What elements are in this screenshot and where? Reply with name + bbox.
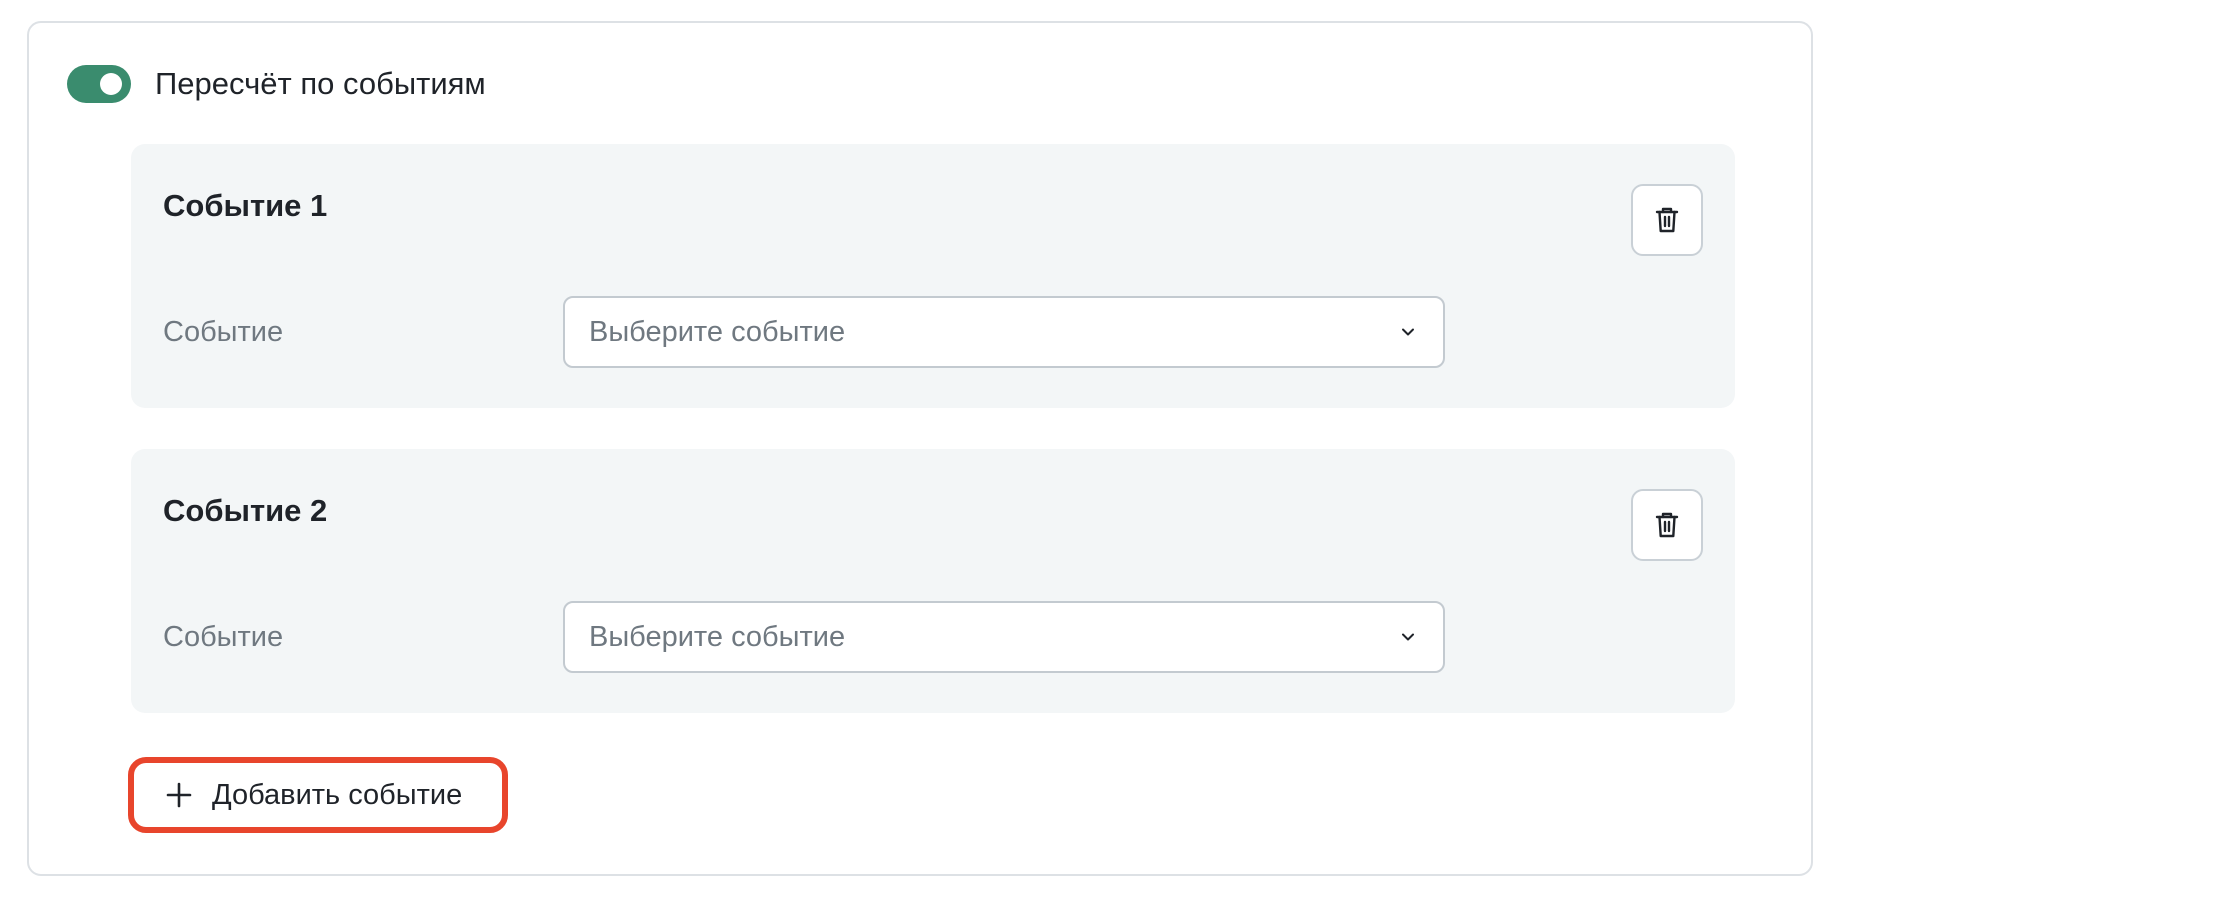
chevron-down-icon xyxy=(1397,321,1419,343)
delete-event-button[interactable] xyxy=(1631,489,1703,561)
toggle-knob xyxy=(100,73,122,95)
event-select-placeholder: Выберите событие xyxy=(589,315,846,348)
event-recalc-card: Пересчёт по событиям Событие 1 Событие В… xyxy=(27,21,1813,876)
event-panel-1: Событие 1 Событие Выберите событие xyxy=(131,144,1735,408)
event-title: Событие 2 xyxy=(163,493,328,528)
delete-event-button[interactable] xyxy=(1631,184,1703,256)
event-title: Событие 1 xyxy=(163,188,328,223)
trash-icon xyxy=(1655,512,1679,538)
event-panel-2: Событие 2 Событие Выберите событие xyxy=(131,449,1735,713)
event-select[interactable]: Выберите событие xyxy=(563,601,1445,673)
event-recalc-toggle[interactable] xyxy=(67,65,131,103)
event-select[interactable]: Выберите событие xyxy=(563,296,1445,368)
chevron-down-icon xyxy=(1397,626,1419,648)
add-event-button[interactable]: Добавить событие xyxy=(128,757,508,833)
event-recalc-toggle-label: Пересчёт по событиям xyxy=(155,66,486,101)
add-event-button-label: Добавить событие xyxy=(212,778,463,811)
event-field-label: Событие xyxy=(163,316,284,348)
event-recalc-toggle-row: Пересчёт по событиям xyxy=(67,65,486,103)
event-field-label: Событие xyxy=(163,621,284,653)
plus-icon xyxy=(166,782,192,808)
trash-icon xyxy=(1655,207,1679,233)
event-select-placeholder: Выберите событие xyxy=(589,620,846,653)
